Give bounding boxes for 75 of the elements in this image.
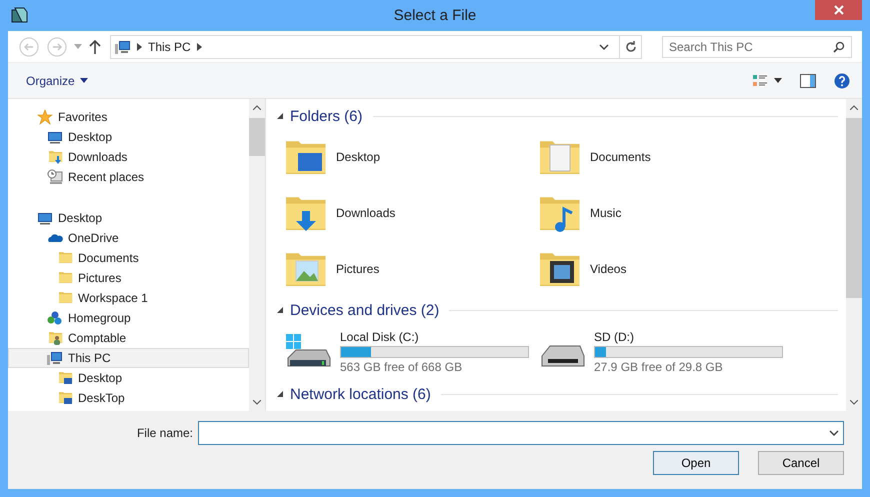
dialog-button[interactable]: Open [653,451,739,475]
window-title: Select a File [394,7,476,24]
expand-icon[interactable] [276,390,284,398]
tree-item[interactable]: Desktop [8,368,249,388]
desktop-folder-icon [57,370,73,386]
dialog-button[interactable]: Cancel [758,451,844,475]
close-button[interactable] [815,0,862,20]
folder-name[interactable]: Desktop [336,150,380,164]
tree-item[interactable]: This PC [8,348,249,368]
desktop-folder-icon [57,390,73,406]
monitor-icon [47,129,63,145]
close-icon[interactable] [834,5,844,15]
tree-item[interactable]: Desktop [8,127,249,147]
folder-name[interactable]: Music [590,206,622,220]
scroll-down-icon[interactable] [850,400,858,405]
scroll-thumb[interactable] [846,118,862,298]
computer-icon [115,38,131,54]
folder-name[interactable]: Documents [590,150,651,164]
group-title[interactable]: Network locations (6) [290,386,431,402]
scroll-up-icon[interactable] [253,105,261,110]
free-space-text: 27.9 GB free of 29.8 GB [594,360,724,374]
scroll-thumb[interactable] [249,118,265,156]
tree-item[interactable]: OneDrive [8,228,249,248]
group-title[interactable]: Devices and drives (2) [290,302,440,318]
address-bar[interactable]: This PC [110,34,642,58]
scrollbar[interactable] [846,99,862,411]
caret-icon[interactable] [80,78,88,83]
file-name-field[interactable] [198,421,844,445]
tree-item[interactable]: Downloads [8,147,249,167]
tree-item[interactable]: Desktop [8,208,249,228]
file-name-label: File name: [136,426,193,440]
recent-places-icon [47,169,63,185]
caret-icon[interactable] [774,78,782,83]
chevron-icon [137,42,142,50]
chevron-down-icon[interactable] [599,44,609,50]
app-icon [10,6,28,24]
download-folder-icon [47,149,63,165]
tree-item[interactable]: Favorites [8,107,249,127]
refresh-icon[interactable] [624,40,636,52]
folder-name[interactable]: Videos [590,262,626,276]
folder-icon [57,270,73,286]
computer-icon [47,350,63,366]
drive-name[interactable]: SD (D:) [594,330,783,344]
tree-item[interactable]: Documents [8,248,249,268]
free-space-text: 563 GB free of 668 GB [340,360,464,374]
folder-icon [57,250,73,266]
dropdown-icon[interactable] [829,430,839,436]
drive-name[interactable]: Local Disk (C:) [340,330,529,344]
tree-item[interactable]: Workspace 1 [8,288,249,308]
scroll-down-icon[interactable] [253,400,261,405]
tree-item[interactable]: Recent places [8,167,249,187]
tree-item[interactable]: Comptable [8,328,249,348]
user-folder-icon [47,330,63,346]
help-icon[interactable] [832,70,852,90]
tree-item[interactable]: DeskTop [8,388,249,408]
scroll-up-icon[interactable] [850,105,858,110]
group-title[interactable]: Folders (6) [290,108,363,124]
chevron-icon[interactable] [196,42,202,50]
search-icon[interactable] [833,40,845,52]
tree-item[interactable]: Pictures [8,268,249,288]
organize-button[interactable]: Organize [20,70,94,90]
folder-name[interactable]: Pictures [336,262,380,276]
network-icon [47,310,63,326]
folder-icon [57,290,73,306]
folder-name[interactable]: Downloads [336,206,396,220]
star-icon [37,109,53,125]
search-field[interactable]: Search This PC [662,36,852,58]
expand-icon[interactable] [276,112,284,120]
breadcrumb-item[interactable]: This PC [148,40,191,54]
scrollbar[interactable] [249,99,265,411]
monitor-icon [37,210,53,226]
tree-item[interactable]: Homegroup [8,308,249,328]
details-view-icon[interactable] [752,72,768,88]
expand-icon[interactable] [276,306,284,314]
up-arrow-icon[interactable] [88,38,102,54]
